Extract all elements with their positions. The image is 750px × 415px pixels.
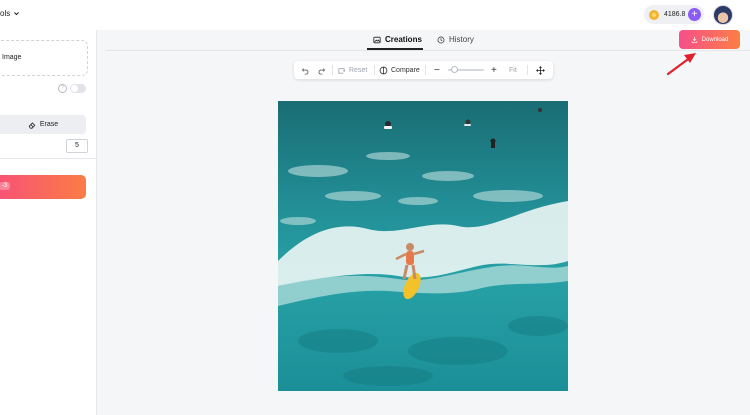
compare-button[interactable]: Compare bbox=[379, 61, 420, 79]
zoom-slider-handle[interactable] bbox=[451, 66, 458, 73]
redo-icon bbox=[318, 67, 326, 75]
left-sidebar: Image ? Erase 5 -3 bbox=[0, 30, 97, 415]
reset-label: Reset bbox=[349, 66, 368, 74]
generate-button[interactable]: -3 bbox=[0, 175, 86, 199]
toolbar-separator bbox=[527, 65, 528, 75]
move-icon bbox=[536, 65, 545, 75]
generate-cost-badge: -3 bbox=[0, 182, 11, 190]
toolbar-separator bbox=[425, 65, 426, 75]
fit-button[interactable]: Fit bbox=[509, 61, 517, 79]
sidebar-divider bbox=[0, 158, 96, 159]
erase-button[interactable]: Erase bbox=[0, 115, 86, 134]
undo-icon bbox=[301, 67, 309, 75]
zoom-in-button[interactable]: + bbox=[491, 61, 497, 79]
surf-photo-graphic bbox=[278, 101, 568, 391]
tab-history[interactable]: History bbox=[437, 35, 474, 44]
pan-button[interactable] bbox=[536, 61, 545, 79]
upload-image-area[interactable]: Image bbox=[0, 40, 88, 76]
top-bar: ols 4186.8 + bbox=[0, 0, 750, 30]
tools-menu-label: ols bbox=[0, 9, 11, 18]
download-label: Download bbox=[701, 36, 729, 43]
clock-icon bbox=[437, 36, 445, 43]
tabs-divider bbox=[106, 50, 750, 51]
tab-creations[interactable]: Creations bbox=[373, 35, 422, 44]
redo-button[interactable] bbox=[317, 61, 326, 79]
brush-size-input[interactable]: 5 bbox=[66, 139, 88, 153]
reset-icon bbox=[338, 67, 346, 74]
avatar[interactable] bbox=[713, 5, 733, 25]
reset-button[interactable]: Reset bbox=[337, 61, 367, 79]
help-icon[interactable]: ? bbox=[58, 84, 67, 93]
tab-history-label: History bbox=[449, 35, 474, 44]
credits-amount: 4186.8 bbox=[664, 11, 686, 18]
compare-icon bbox=[379, 66, 388, 74]
zoom-out-button[interactable]: − bbox=[434, 61, 440, 79]
tools-menu[interactable]: ols bbox=[0, 9, 20, 18]
coin-icon bbox=[649, 9, 659, 20]
option-toggle[interactable] bbox=[70, 84, 86, 93]
credits-balance[interactable]: 4186.8 + bbox=[644, 5, 704, 24]
erase-label: Erase bbox=[39, 121, 59, 128]
toolbar-separator bbox=[332, 65, 333, 75]
surf-photo bbox=[278, 101, 568, 391]
add-credits-button[interactable]: + bbox=[688, 8, 701, 21]
canvas-toolbar: Reset Compare − + Fit bbox=[294, 61, 553, 79]
undo-button[interactable] bbox=[301, 61, 310, 79]
tab-creations-label: Creations bbox=[385, 35, 422, 44]
download-icon bbox=[691, 36, 697, 43]
download-button[interactable]: Download bbox=[679, 30, 740, 49]
toolbar-separator bbox=[374, 65, 375, 75]
eraser-icon bbox=[28, 121, 36, 129]
red-arrow-annotation bbox=[666, 53, 696, 76]
image-icon bbox=[373, 36, 381, 43]
upload-image-label: Image bbox=[2, 54, 22, 61]
compare-label: Compare bbox=[391, 66, 420, 74]
chevron-down-icon bbox=[14, 12, 20, 16]
